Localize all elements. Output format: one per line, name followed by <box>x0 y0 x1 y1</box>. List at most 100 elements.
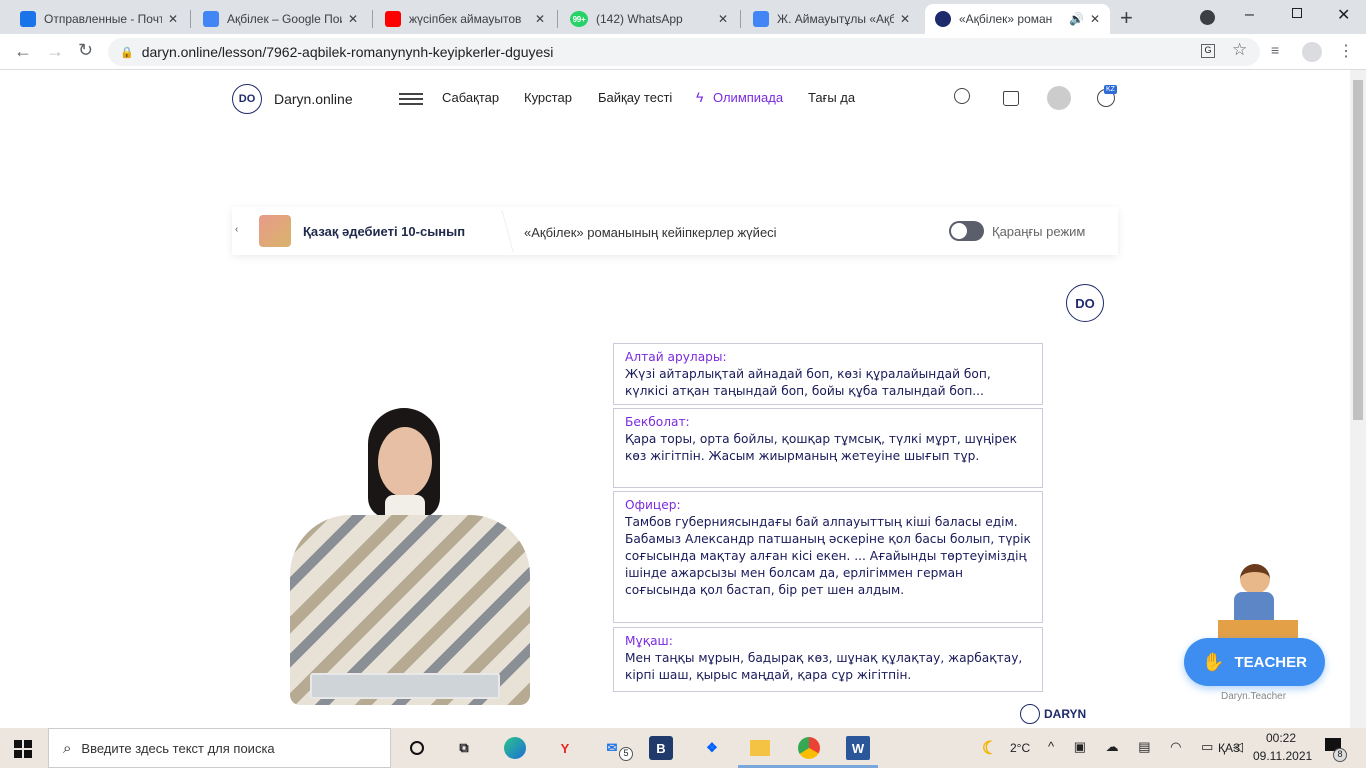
clock-date[interactable]: 09.11.2021 <box>1253 749 1312 763</box>
clock-time[interactable]: 00:22 <box>1266 731 1296 745</box>
character-description: Қара торы, орта бойлы, қошқар тұмсық, тү… <box>625 432 1018 463</box>
tab-title: Ж. Аймауытұлы «Ақбі <box>777 12 894 26</box>
reload-button[interactable]: ↻ <box>78 40 93 61</box>
audio-icon: 🔊 <box>1068 12 1084 26</box>
url-text: daryn.online/lesson/7962-aqbilek-romanyn… <box>141 44 554 60</box>
start-button[interactable] <box>14 740 32 758</box>
footer-logo-text: DARYN <box>1044 707 1087 721</box>
logo-badge: DO <box>232 84 262 114</box>
course-thumbnail <box>259 215 291 247</box>
tab-title: Отправленные - Почт <box>44 12 162 26</box>
b-app-icon[interactable]: B <box>649 736 673 760</box>
cart-icon[interactable] <box>1003 91 1019 106</box>
edge-icon[interactable] <box>503 736 527 760</box>
hamburger-menu-icon[interactable] <box>399 93 423 105</box>
character-name: Бекболат: <box>625 415 690 429</box>
hand-icon: ✋ <box>1202 651 1225 672</box>
lock-icon: 🔒 <box>120 46 134 59</box>
nav-lessons[interactable]: Сабақтар <box>442 90 499 105</box>
cortana-icon[interactable] <box>405 736 429 760</box>
url-input[interactable]: 🔒 daryn.online/lesson/7962-aqbilek-romany… <box>108 38 1260 66</box>
mail-icon <box>20 11 36 27</box>
browser-tab[interactable]: жүсіпбек аймауытов ✕ <box>375 4 555 34</box>
browser-tab[interactable]: «Ақбілек» роман 🔊 ✕ <box>925 4 1110 34</box>
teacher-illustration <box>1210 550 1300 640</box>
character-card: Алтай арулары: Жүзі айтарлықтай айнадай б… <box>613 343 1043 405</box>
tab-title: «Ақбілек» роман <box>959 12 1053 26</box>
nav-test[interactable]: Байқау тесті <box>598 90 672 105</box>
weather-moon-icon: ☾ <box>981 737 999 758</box>
lightning-icon: ϟ <box>696 89 704 105</box>
breadcrumb-course[interactable]: Қазақ әдебиеті 10-сынып <box>303 224 465 239</box>
character-card: Бекболат: Қара торы, орта бойлы, қошқар т… <box>613 408 1043 488</box>
close-window-button[interactable]: ✕ <box>1337 5 1350 25</box>
site-logo[interactable]: DO Daryn.online <box>232 84 353 114</box>
collapse-chevron-icon[interactable]: ‹ <box>235 224 238 235</box>
google-icon <box>203 11 219 27</box>
task-view-icon[interactable]: ⧉ <box>452 736 476 760</box>
character-name: Офицер: <box>625 498 681 512</box>
profile-icon[interactable] <box>1302 42 1322 62</box>
dark-mode-toggle[interactable] <box>949 221 984 241</box>
page-scrollbar[interactable] <box>1350 70 1366 728</box>
character-name: Алтай арулары: <box>625 350 727 364</box>
browser-tab[interactable]: Ақбілек – Google Пои ✕ <box>193 4 368 34</box>
tab-close-icon[interactable]: ✕ <box>348 12 358 26</box>
google-icon <box>753 11 769 27</box>
lang-badge[interactable]: KZ <box>1104 85 1117 94</box>
user-avatar[interactable] <box>1047 86 1071 110</box>
character-card: Мұқаш: Мен таңқы мұрын, бадырақ көз, шұна… <box>613 627 1043 692</box>
mail-badge: 5 <box>619 747 633 761</box>
chrome-icon[interactable] <box>797 736 821 760</box>
weather-temp[interactable]: 2°C <box>1010 741 1030 755</box>
tab-separator <box>740 10 741 28</box>
browser-tab[interactable]: 99+ (142) WhatsApp ✕ <box>560 4 738 34</box>
forward-button[interactable]: → <box>46 41 64 62</box>
character-description: Мен таңқы мұрын, бадырақ көз, шұнақ құла… <box>625 651 1023 682</box>
translate-icon[interactable]: G <box>1201 44 1215 58</box>
video-watermark: DO <box>1066 284 1104 322</box>
yandex-icon[interactable]: Y <box>553 736 577 760</box>
browser-menu-icon[interactable]: ⋮ <box>1338 41 1354 61</box>
character-card: Офицер: Тамбов губерниясындағы бай алпауы… <box>613 491 1043 623</box>
minimize-button[interactable]: – <box>1245 6 1254 24</box>
dark-mode-label: Қараңғы режим <box>992 224 1086 239</box>
browser-tab[interactable]: Отправленные - Почт ✕ <box>10 4 188 34</box>
tab-search-icon[interactable] <box>1200 10 1215 25</box>
media-control-icon[interactable]: ≡ <box>1271 42 1279 58</box>
presenter-image <box>270 405 570 705</box>
whatsapp-badge: 99+ <box>572 14 586 24</box>
teacher-label: TEACHER <box>1234 653 1307 671</box>
daryn-icon <box>935 11 951 27</box>
tab-separator <box>557 10 558 28</box>
new-tab-button[interactable]: + <box>1120 5 1133 31</box>
whatsapp-icon: 99+ <box>570 11 588 27</box>
search-icon[interactable] <box>954 88 970 104</box>
tab-close-icon[interactable]: ✕ <box>168 12 178 26</box>
search-icon: ⌕ <box>63 739 72 757</box>
nav-olympiad[interactable]: Олимпиада <box>713 90 783 105</box>
word-icon[interactable]: W <box>846 736 870 760</box>
youtube-icon <box>385 11 401 27</box>
bookmark-star-icon[interactable]: ☆ <box>1232 40 1247 60</box>
tab-close-icon[interactable]: ✕ <box>535 12 545 26</box>
teacher-button[interactable]: ✋ TEACHER <box>1184 638 1325 686</box>
tab-close-icon[interactable]: ✕ <box>1090 12 1100 26</box>
tab-close-icon[interactable]: ✕ <box>900 12 910 26</box>
nav-more[interactable]: Тағы да <box>808 90 855 105</box>
taskbar-search[interactable]: ⌕ Введите здесь текст для поиска <box>48 728 391 768</box>
tab-title: Ақбілек – Google Пои <box>227 12 342 26</box>
browser-tab[interactable]: Ж. Аймауытұлы «Ақбі ✕ <box>743 4 920 34</box>
input-language[interactable]: ҚАЗ <box>1218 741 1240 755</box>
file-explorer-icon[interactable] <box>748 736 772 760</box>
maximize-button[interactable] <box>1292 8 1302 18</box>
search-placeholder: Введите здесь текст для поиска <box>81 740 275 756</box>
tab-separator <box>372 10 373 28</box>
dropbox-icon[interactable]: ❖ <box>700 736 724 760</box>
back-button[interactable]: ← <box>14 41 32 62</box>
nav-courses[interactable]: Курстар <box>524 90 572 105</box>
character-description: Тамбов губерниясындағы бай алпауыттың кі… <box>625 515 1031 597</box>
tab-close-icon[interactable]: ✕ <box>718 12 728 26</box>
lesson-title: «Ақбілек» романының кейіпкерлер жүйесі <box>524 225 777 240</box>
tab-title: (142) WhatsApp <box>596 12 683 26</box>
